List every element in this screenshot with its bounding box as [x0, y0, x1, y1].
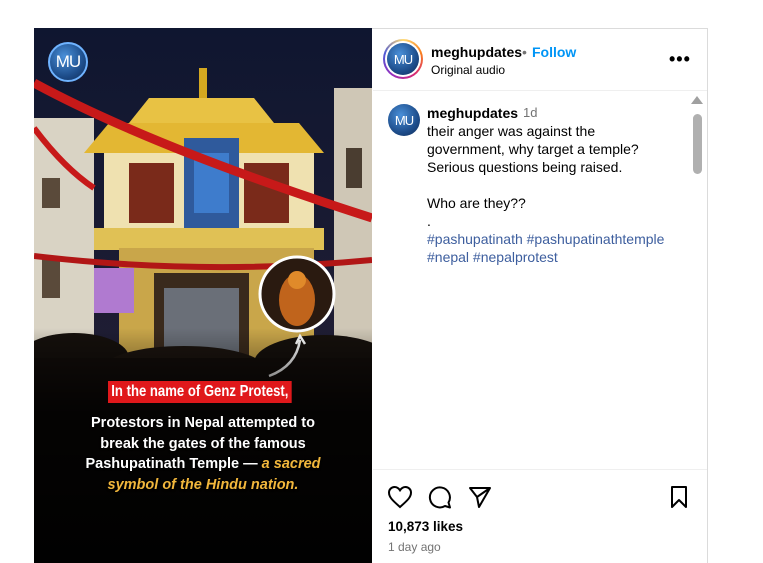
story-ring[interactable]: MU — [383, 39, 423, 79]
caption-line: break the gates of the famous — [100, 435, 306, 452]
caption-line: Protestors in Nepal attempted to — [91, 415, 315, 431]
comment-spacer — [427, 176, 677, 194]
separator-dot: • — [522, 44, 527, 60]
follow-button[interactable]: Follow — [532, 44, 576, 60]
comment-line: their anger was against the — [427, 123, 596, 139]
post-video[interactable]: MU In the name of Genz Protest, Protesto… — [34, 28, 372, 563]
hashtag-links[interactable]: #nepal #nepalprotest — [427, 248, 677, 266]
more-options-icon[interactable]: ••• — [669, 49, 691, 70]
comment-body: their anger was against the government, … — [427, 122, 677, 266]
hashtag-links[interactable]: #pashupatinath #pashupatinathtemple — [427, 230, 677, 248]
story-ring-inner: MU — [385, 41, 421, 77]
audio-label[interactable]: Original audio — [431, 63, 505, 77]
caption-line: Pashupatinath Temple — a sacred — [34, 454, 372, 475]
post-actions: 10,873 likes 1 day ago — [373, 469, 707, 563]
scrollbar-thumb[interactable] — [693, 114, 702, 174]
caption-text: Pashupatinath Temple — — [85, 456, 262, 472]
bookmark-icon[interactable] — [667, 485, 691, 509]
share-icon[interactable] — [467, 485, 493, 509]
comment-line: Serious questions being raised. — [427, 159, 623, 175]
post-time: 1 day ago — [388, 540, 441, 554]
heart-icon[interactable] — [387, 485, 413, 509]
comment-icon[interactable] — [427, 485, 453, 509]
video-caption-highlight: In the name of Genz Protest, — [108, 381, 292, 403]
author-username[interactable]: meghupdates — [431, 44, 522, 60]
avatar: MU — [387, 43, 419, 75]
like-count[interactable]: 10,873 likes — [388, 519, 463, 534]
post-header: MU meghupdates • Follow Original audio •… — [373, 29, 707, 91]
video-caption: Protestors in Nepal attempted to break t… — [34, 413, 372, 495]
avatar[interactable]: MU — [388, 104, 420, 136]
caption-italic: a sacred — [261, 456, 321, 472]
comment-line: Who are they?? — [427, 195, 526, 211]
channel-watermark: MU — [48, 42, 88, 82]
scroll-up-arrow-icon[interactable] — [691, 96, 703, 104]
comment-line: . — [427, 213, 431, 229]
comment-line: government, why target a temple? — [427, 141, 639, 157]
caption-line: symbol of the Hindu nation. — [107, 476, 299, 493]
comments-section: MU meghupdates 1d their anger was agains… — [373, 92, 707, 467]
comment-username[interactable]: meghupdates — [427, 105, 518, 121]
comment-time: 1d — [523, 105, 538, 120]
